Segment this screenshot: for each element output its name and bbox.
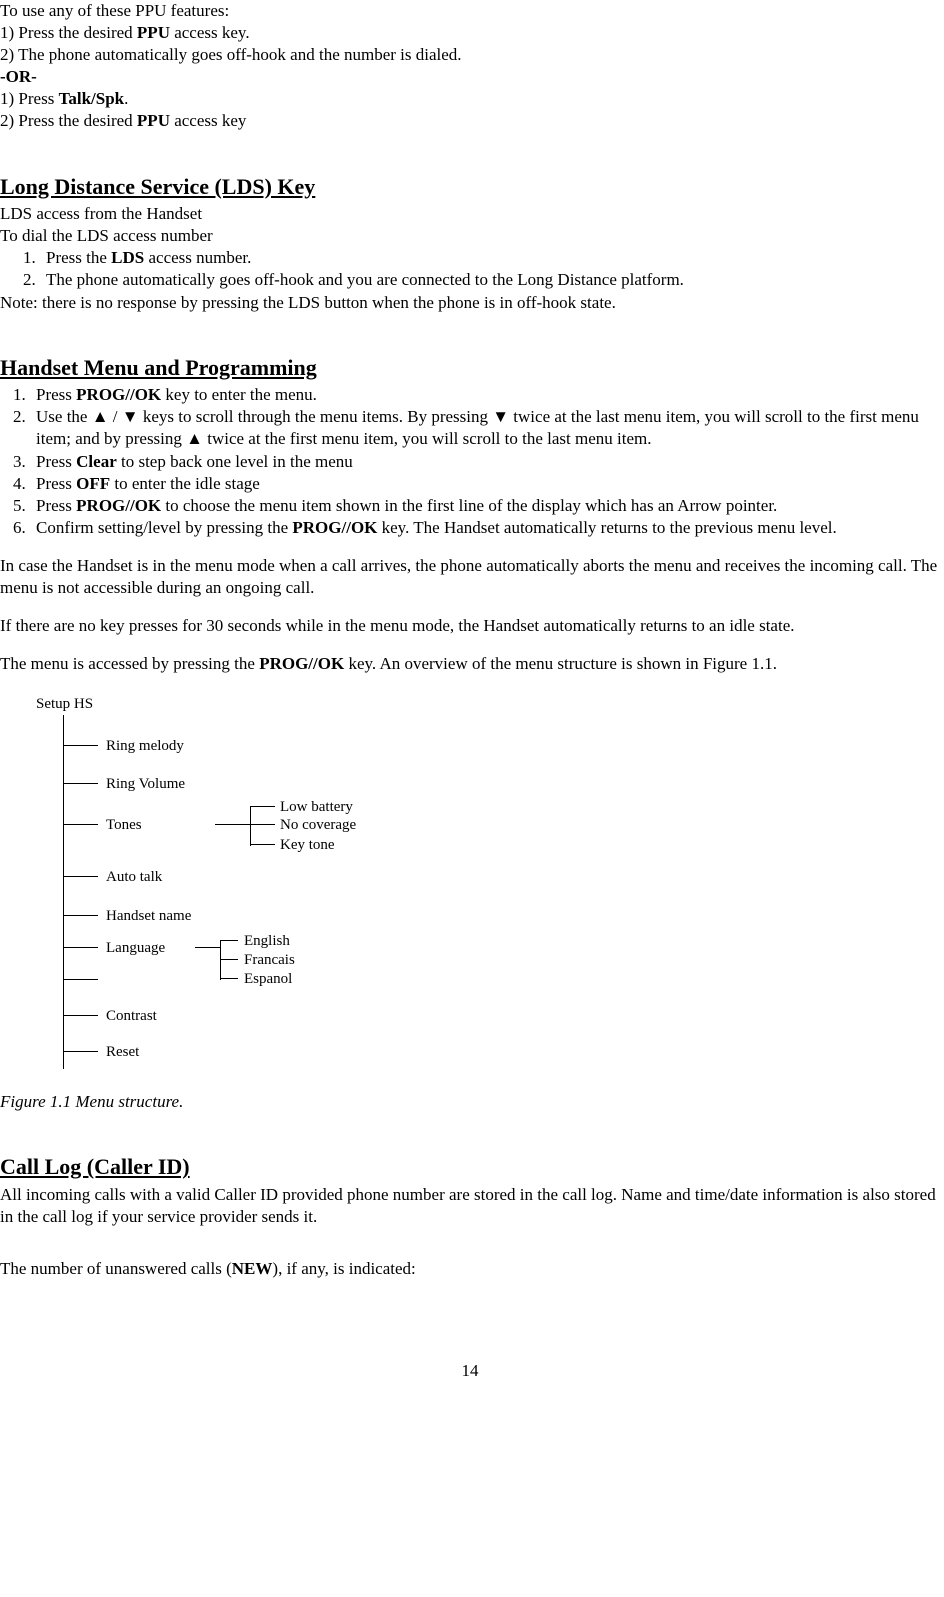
text: The menu is accessed by pressing the: [0, 654, 259, 673]
tree-item-auto-talk: Auto talk: [106, 868, 162, 888]
text: Press: [36, 452, 76, 471]
list-item: Press the LDS access number.: [40, 247, 940, 269]
lds-sub2: To dial the LDS access number: [0, 225, 940, 247]
list-item: Press PROG//OK key to enter the menu.: [30, 384, 940, 406]
list-item: Confirm setting/level by pressing the PR…: [30, 517, 940, 539]
ppu-alt2: 2) Press the desired PPU access key: [0, 110, 940, 132]
list-item: Press Clear to step back one level in th…: [30, 451, 940, 473]
tree-item-reset: Reset: [106, 1043, 139, 1063]
menu-title: Handset Menu and Programming: [0, 354, 940, 383]
tree-item-handset-name: Handset name: [106, 907, 191, 927]
lds-list: Press the LDS access number. The phone a…: [0, 247, 940, 291]
text: to enter the idle stage: [110, 474, 260, 493]
tree-lang-en: English: [244, 932, 290, 952]
lds-note: Note: there is no response by pressing t…: [0, 292, 940, 314]
lds-title: Long Distance Service (LDS) Key: [0, 173, 940, 202]
progok-bold: PROG//OK: [76, 385, 161, 404]
ppu-or: -OR-: [0, 66, 940, 88]
lds-bold: LDS: [111, 248, 144, 267]
tree-tones-no: No coverage: [280, 816, 356, 836]
tree-item-language: Language: [106, 939, 165, 959]
text: key. An overview of the menu structure i…: [344, 654, 777, 673]
list-item: Use the ▲ / ▼ keys to scroll through the…: [30, 406, 940, 450]
menu-para2: If there are no key presses for 30 secon…: [0, 615, 940, 637]
progok-bold: PROG//OK: [292, 518, 377, 537]
tree-lang-es: Espanol: [244, 970, 292, 990]
text: Press: [36, 474, 76, 493]
calllog-p2: The number of unanswered calls (NEW), if…: [0, 1258, 940, 1280]
clear-bold: Clear: [76, 452, 117, 471]
tree-item-tones: Tones: [106, 816, 142, 836]
menu-para1: In case the Handset is in the menu mode …: [0, 555, 940, 599]
list-item: Press PROG//OK to choose the menu item s…: [30, 495, 940, 517]
list-item: Press OFF to enter the idle stage: [30, 473, 940, 495]
progok-bold: PROG//OK: [76, 496, 161, 515]
text: The number of unanswered calls (: [0, 1259, 232, 1278]
lds-sub1: LDS access from the Handset: [0, 203, 940, 225]
text: key to enter the menu.: [161, 385, 317, 404]
list-item: The phone automatically goes off-hook an…: [40, 269, 940, 291]
text: Confirm setting/level by pressing the: [36, 518, 292, 537]
text: to choose the menu item shown in the fir…: [161, 496, 777, 515]
page-number: 14: [0, 1360, 940, 1382]
text: access number.: [144, 248, 251, 267]
menu-list: Press PROG//OK key to enter the menu. Us…: [0, 384, 940, 539]
text: key. The Handset automatically returns t…: [377, 518, 836, 537]
talk-spk-bold: Talk/Spk: [59, 89, 125, 108]
calllog-p1: All incoming calls with a valid Caller I…: [0, 1184, 940, 1228]
menu-para3: The menu is accessed by pressing the PRO…: [0, 653, 940, 675]
progok-bold: PROG//OK: [259, 654, 344, 673]
menu-tree-figure: Setup HS Ring melody Ring Volume Tones L…: [0, 693, 940, 1083]
text: 2) Press the desired: [0, 111, 137, 130]
tree-tones-low: Low battery: [280, 798, 353, 818]
ppu-section: To use any of these PPU features: 1) Pre…: [0, 0, 940, 133]
text: 1) Press the desired: [0, 23, 137, 42]
calllog-title: Call Log (Caller ID): [0, 1153, 940, 1182]
figure-caption: Figure 1.1 Menu structure.: [0, 1091, 940, 1113]
text: 1) Press: [0, 89, 59, 108]
ppu-step2: 2) The phone automatically goes off-hook…: [0, 44, 940, 66]
ppu-bold: PPU: [137, 23, 170, 42]
ppu-alt1: 1) Press Talk/Spk.: [0, 88, 940, 110]
tree-item-contrast: Contrast: [106, 1007, 157, 1027]
text: ), if any, is indicated:: [272, 1259, 415, 1278]
tree-root: Setup HS: [36, 695, 93, 715]
text: Press the: [46, 248, 111, 267]
text: .: [124, 89, 128, 108]
tree-lang-fr: Francais: [244, 951, 295, 971]
ppu-bold: PPU: [137, 111, 170, 130]
text: to step back one level in the menu: [117, 452, 353, 471]
tree-item-ring-melody: Ring melody: [106, 737, 184, 757]
tree-tones-key: Key tone: [280, 836, 335, 856]
ppu-step1: 1) Press the desired PPU access key.: [0, 22, 940, 44]
new-bold: NEW: [232, 1259, 273, 1278]
tree-item-ring-volume: Ring Volume: [106, 775, 185, 795]
text: Press: [36, 496, 76, 515]
off-bold: OFF: [76, 474, 110, 493]
ppu-intro: To use any of these PPU features:: [0, 0, 940, 22]
text: access key: [170, 111, 246, 130]
text: access key.: [170, 23, 250, 42]
text: Press: [36, 385, 76, 404]
